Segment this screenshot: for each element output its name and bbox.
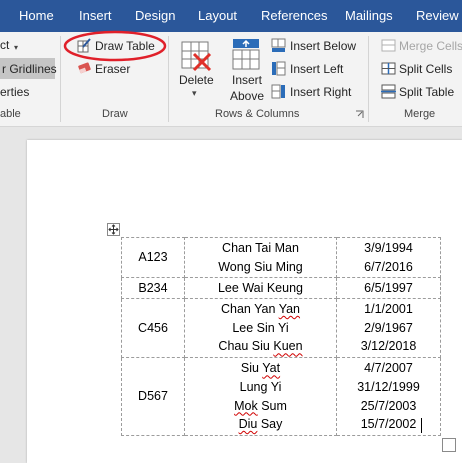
- merge-cells-icon: [381, 39, 396, 52]
- view-gridlines-label: r Gridlines: [2, 62, 57, 76]
- table-move-handle-icon[interactable]: [107, 223, 120, 236]
- text-cursor: [421, 418, 422, 433]
- cell-text: Diu Say: [238, 417, 283, 432]
- tab-layout[interactable]: Layout: [198, 0, 237, 32]
- cell-text: 3/12/2018: [360, 339, 417, 354]
- table-cell[interactable]: Lee Wai Keung: [184, 277, 337, 299]
- delete-button[interactable]: Delete: [179, 73, 214, 87]
- dialog-launcher-icon[interactable]: [355, 110, 364, 119]
- cell-text: Chan Tai Man: [222, 240, 299, 255]
- cell-text: Lee Wai Keung: [217, 280, 303, 295]
- tab-home[interactable]: Home: [19, 0, 54, 32]
- merge-group-label: Merge: [404, 108, 436, 120]
- group-separator: [60, 36, 61, 122]
- select-button[interactable]: ct: [0, 38, 9, 52]
- cell-text: Lee Sin Yi: [232, 320, 289, 335]
- cell-text: Lung Yi: [239, 379, 282, 394]
- insert-left-button[interactable]: Insert Left: [290, 62, 343, 76]
- cell-text: A123: [138, 250, 168, 265]
- chevron-down-icon: ▾: [14, 43, 19, 52]
- properties-button[interactable]: erties: [0, 85, 29, 99]
- group-separator: [368, 36, 369, 122]
- table-group-label: able: [0, 108, 21, 120]
- insert-below-button[interactable]: Insert Below: [290, 39, 356, 53]
- cell-text: 4/7/2007: [364, 361, 413, 376]
- tab-references[interactable]: References: [261, 0, 327, 32]
- table-cell[interactable]: 3/9/1994 6/7/2016: [336, 237, 441, 278]
- delete-table-icon: [181, 41, 212, 72]
- table-cell[interactable]: 1/1/2001 2/9/1967 3/12/2018: [336, 298, 441, 358]
- table-cell[interactable]: Chan Yan Yan Lee Sin Yi Chau Siu Kuen: [184, 298, 337, 358]
- draw-group-label: Draw: [102, 108, 128, 120]
- insert-right-button[interactable]: Insert Right: [290, 85, 351, 99]
- cell-text: Siu Yat: [240, 361, 281, 376]
- cell-text: B234: [138, 280, 168, 295]
- split-table-icon: [381, 84, 396, 99]
- table-cell[interactable]: Siu Yat Lung Yi Mok Sum Diu Say: [184, 357, 337, 436]
- table-row: A123 Chan Tai Man Wong Siu Ming 3/9/1994…: [121, 237, 441, 278]
- table-row: B234 Lee Wai Keung 6/5/1997: [121, 277, 441, 299]
- cell-text: D567: [138, 389, 168, 404]
- cell-text: 31/12/1999: [357, 379, 420, 394]
- eraser-icon: [78, 62, 91, 74]
- table-cell[interactable]: C456: [121, 298, 185, 358]
- table-cell[interactable]: Chan Tai Man Wong Siu Ming: [184, 237, 337, 278]
- merge-cells-button[interactable]: Merge Cells: [399, 39, 462, 53]
- insert-above-icon: [232, 39, 260, 70]
- eraser-button[interactable]: Eraser: [95, 62, 130, 76]
- cell-text: 3/9/1994: [364, 240, 413, 255]
- split-table-button[interactable]: Split Table: [399, 85, 454, 99]
- split-cells-icon: [381, 62, 396, 75]
- cell-text: 6/5/1997: [364, 280, 413, 295]
- rows-columns-group-label: Rows & Columns: [215, 108, 300, 120]
- insert-above-label-2: Above: [230, 89, 265, 103]
- tab-mailings[interactable]: Mailings: [345, 0, 393, 32]
- cell-text: 2/9/1967: [364, 320, 413, 335]
- split-cells-button[interactable]: Split Cells: [399, 62, 452, 76]
- annotation-circle: [63, 30, 167, 62]
- document-table: A123 Chan Tai Man Wong Siu Ming 3/9/1994…: [121, 237, 441, 436]
- cell-text: Chan Yan Yan: [220, 302, 301, 317]
- tab-review[interactable]: Review: [416, 0, 459, 32]
- cell-text: 1/1/2001: [364, 302, 413, 317]
- table-resize-handle[interactable]: [442, 438, 456, 452]
- cell-text: Chau Siu Kuen: [218, 339, 303, 354]
- insert-above-button[interactable]: Insert: [232, 73, 262, 87]
- table-row: C456 Chan Yan Yan Lee Sin Yi Chau Siu Ku…: [121, 298, 441, 358]
- table-cell[interactable]: A123: [121, 237, 185, 278]
- insert-below-icon: [271, 38, 286, 52]
- cell-text: 25/7/2003: [360, 398, 417, 413]
- table-cell[interactable]: 4/7/2007 31/12/1999 25/7/2003 15/7/2002: [336, 357, 441, 436]
- table-cell[interactable]: 6/5/1997: [336, 277, 441, 299]
- chevron-down-icon: ▾: [192, 88, 197, 98]
- insert-right-icon: [271, 84, 285, 99]
- table-cell[interactable]: B234: [121, 277, 185, 299]
- group-separator: [168, 36, 169, 122]
- cell-text: Wong Siu Ming: [218, 259, 303, 274]
- table-cell[interactable]: D567: [121, 357, 185, 436]
- table-row: D567 Siu Yat Lung Yi Mok Sum Diu Say 4/7…: [121, 357, 441, 436]
- cell-text: 6/7/2016: [364, 259, 413, 274]
- cell-text: C456: [138, 320, 168, 335]
- insert-left-icon: [272, 61, 286, 76]
- cell-text: 15/7/2002: [360, 417, 417, 432]
- cell-text: Mok Sum: [234, 398, 287, 413]
